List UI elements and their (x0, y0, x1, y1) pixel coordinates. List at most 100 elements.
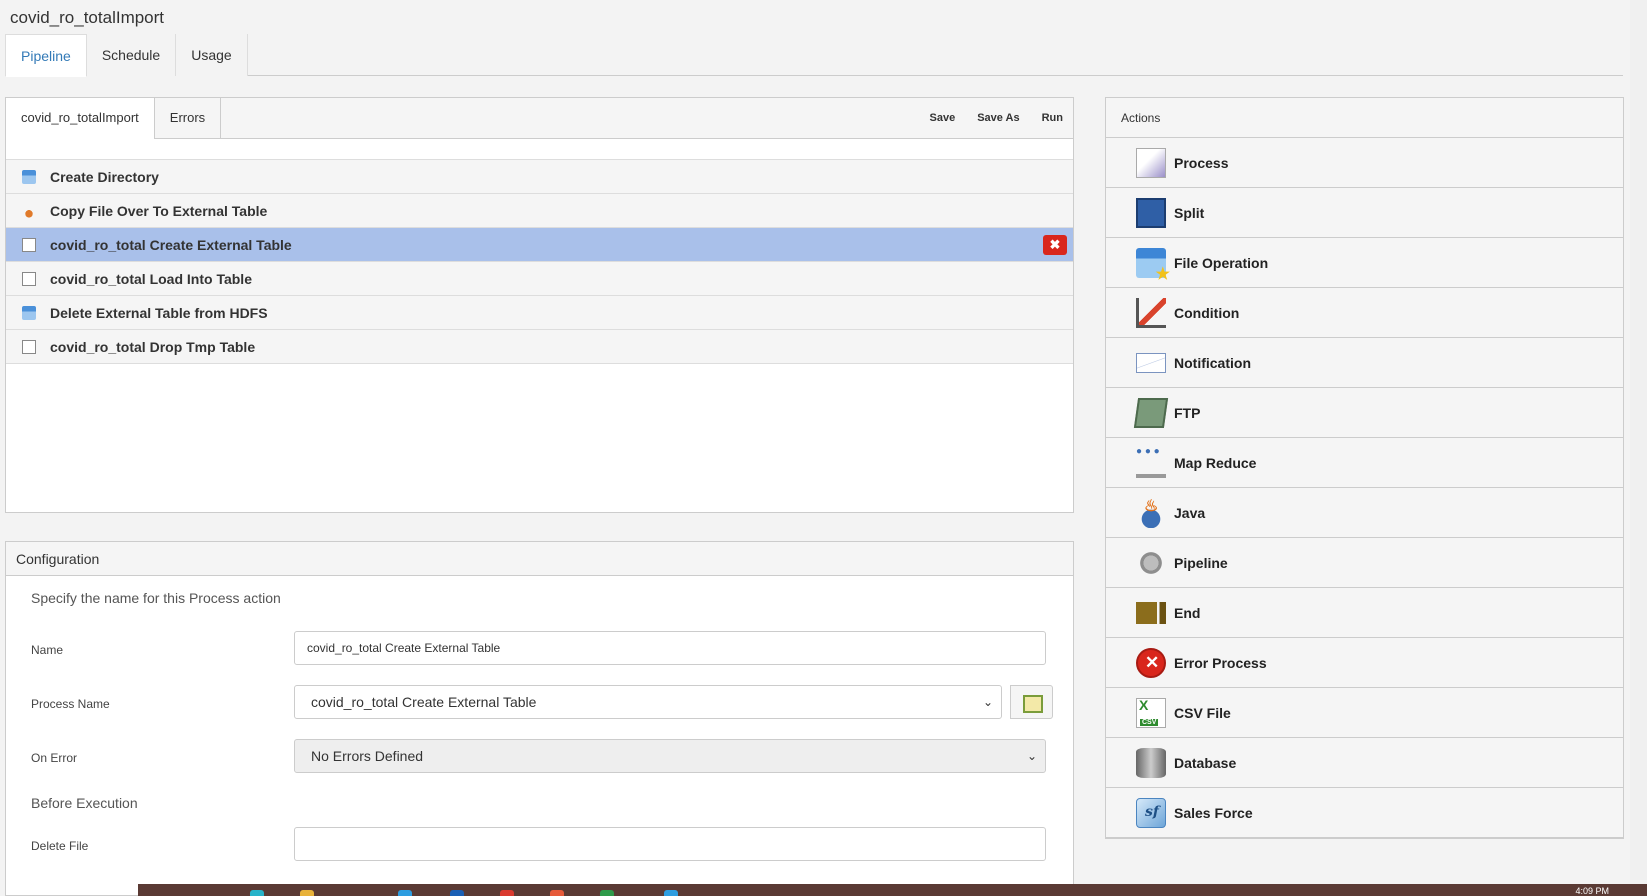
pipeline-step[interactable]: covid_ro_total Drop Tmp Table (6, 330, 1073, 364)
action-sales-force[interactable]: Sales Force (1106, 788, 1623, 838)
tab-pipeline[interactable]: Pipeline (5, 34, 87, 77)
condition-icon (1136, 297, 1166, 328)
action-label: Error Process (1174, 654, 1267, 671)
on-error-label: On Error (31, 751, 78, 765)
pipeline-steps: Create Directory Copy File Over To Exter… (6, 159, 1073, 364)
ftp-icon (1133, 397, 1169, 428)
action-label: Map Reduce (1174, 454, 1257, 471)
step-label: Copy File Over To External Table (50, 202, 268, 219)
action-condition[interactable]: Condition (1106, 288, 1623, 338)
chevron-down-icon: ⌄ (982, 695, 993, 709)
action-label: File Operation (1174, 254, 1269, 271)
action-pipeline[interactable]: Pipeline (1106, 538, 1623, 588)
action-label: FTP (1174, 404, 1201, 421)
tab-schedule[interactable]: Schedule (86, 34, 177, 76)
action-split[interactable]: Split (1106, 188, 1623, 238)
process-icon (1136, 147, 1166, 178)
taskbar-app-icon[interactable] (250, 890, 264, 896)
action-label: Pipeline (1174, 554, 1228, 571)
pipeline-header: covid_ro_totalImport Errors Save Save As… (6, 98, 1073, 139)
on-error-value: No Errors Defined (311, 748, 424, 764)
pipeline-actions: Save Save As Run (930, 98, 1064, 138)
action-csv-file[interactable]: CSV File (1106, 688, 1623, 738)
folder-icon (22, 305, 36, 320)
tab-errors[interactable]: Errors (155, 98, 222, 138)
pipeline-step[interactable]: Create Directory (6, 160, 1073, 194)
process-icon (22, 339, 36, 354)
action-end[interactable]: End (1106, 588, 1623, 638)
java-icon (1136, 496, 1166, 528)
chevron-down-icon: ⌄ (1026, 749, 1037, 763)
name-label: Name (31, 643, 64, 657)
taskbar-app-icon[interactable] (450, 890, 464, 896)
configuration-panel: Configuration Specify the name for this … (5, 541, 1074, 896)
configuration-header: Configuration (6, 542, 1073, 576)
csv-file-icon (1136, 697, 1166, 728)
action-label: Sales Force (1174, 804, 1253, 821)
step-label: covid_ro_total Load Into Table (50, 270, 252, 287)
action-database[interactable]: Database (1106, 738, 1623, 788)
delete-file-label: Delete File (31, 839, 89, 853)
taskbar-app-icon[interactable] (600, 890, 614, 896)
split-icon (1136, 197, 1166, 228)
pipeline-step[interactable]: Copy File Over To External Table (6, 194, 1073, 228)
page-title: covid_ro_totalImport (10, 8, 165, 27)
step-label: Delete External Table from HDFS (50, 304, 268, 321)
save-as-button[interactable]: Save As (977, 98, 1019, 138)
action-label: CSV File (1174, 704, 1231, 721)
pipeline-step-selected[interactable]: covid_ro_total Create External Table ✖ (6, 228, 1073, 262)
process-icon (22, 271, 36, 286)
gear-icon (1136, 547, 1166, 578)
database-icon (1136, 747, 1166, 778)
pipeline-step[interactable]: Delete External Table from HDFS (6, 296, 1073, 330)
action-ftp[interactable]: FTP (1106, 388, 1623, 438)
action-label: Process (1174, 154, 1229, 171)
run-button[interactable]: Run (1042, 98, 1063, 138)
envelope-icon (1136, 352, 1166, 373)
name-field[interactable]: covid_ro_total Create External Table (294, 631, 1046, 665)
vertical-scrollbar[interactable] (1630, 0, 1647, 880)
taskbar-folder-icon[interactable] (300, 890, 314, 896)
top-tab-bar: Pipeline Schedule Usage (5, 34, 1623, 77)
end-icon (1136, 601, 1166, 624)
action-process[interactable]: Process (1106, 138, 1623, 188)
edit-process-button[interactable] (1010, 685, 1053, 719)
folder-icon (22, 169, 36, 184)
tab-usage[interactable]: Usage (176, 34, 248, 76)
process-name-select[interactable]: covid_ro_total Create External Table ⌄ (294, 685, 1002, 719)
actions-panel: Actions Process Split File Operation Con… (1105, 97, 1624, 839)
tab-pipeline-name[interactable]: covid_ro_totalImport (6, 98, 155, 139)
action-file-operation[interactable]: File Operation (1106, 238, 1623, 288)
action-label: End (1174, 604, 1201, 621)
process-name-value: covid_ro_total Create External Table (311, 694, 537, 710)
before-execution-heading: Before Execution (31, 795, 138, 811)
action-java[interactable]: Java (1106, 488, 1623, 538)
step-label: covid_ro_total Create External Table (50, 236, 292, 253)
delete-file-field[interactable] (294, 827, 1046, 861)
action-label: Database (1174, 754, 1237, 771)
taskbar-clock[interactable]: 4:09 PM (1575, 886, 1609, 896)
action-label: Java (1174, 504, 1206, 521)
action-label: Split (1174, 204, 1205, 221)
taskbar-app-icon[interactable] (398, 890, 412, 896)
delete-step-button[interactable]: ✖ (1043, 235, 1067, 255)
step-label: Create Directory (50, 168, 159, 185)
java-icon (22, 203, 36, 218)
configuration-note: Specify the name for this Process action (31, 590, 281, 606)
taskbar (138, 884, 1647, 896)
actions-header: Actions (1106, 98, 1623, 138)
process-icon (22, 237, 36, 252)
save-button[interactable]: Save (930, 98, 956, 138)
action-map-reduce[interactable]: Map Reduce (1106, 438, 1623, 488)
on-error-select[interactable]: No Errors Defined ⌄ (294, 739, 1046, 773)
process-name-label: Process Name (31, 697, 110, 711)
map-reduce-icon (1136, 446, 1166, 478)
pipeline-step[interactable]: covid_ro_total Load Into Table (6, 262, 1073, 296)
taskbar-app-icon[interactable] (550, 890, 564, 896)
action-error-process[interactable]: Error Process (1106, 638, 1623, 688)
error-icon (1136, 647, 1166, 678)
file-operation-icon (1136, 247, 1170, 284)
taskbar-app-icon[interactable] (664, 890, 678, 896)
taskbar-browser-icon[interactable] (500, 890, 514, 896)
action-notification[interactable]: Notification (1106, 338, 1623, 388)
